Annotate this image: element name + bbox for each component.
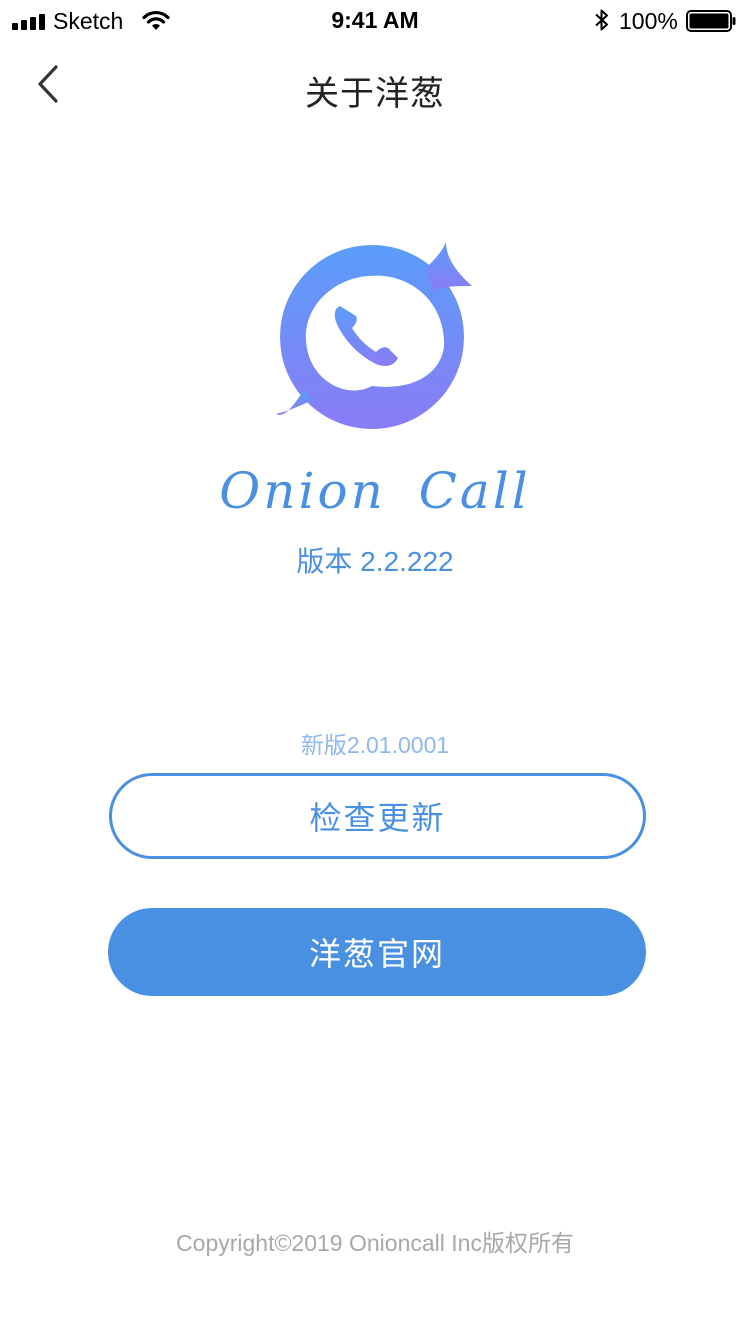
copyright-text: Copyright©2019 Onioncall Inc版权所有 [176,1230,574,1256]
version-label: 版本 2.2.222 [296,546,454,577]
check-update-button[interactable]: 检查更新 [109,773,646,859]
page-title: 关于洋葱 [305,75,445,113]
check-update-label: 检查更新 [309,800,446,836]
official-website-label: 洋葱官网 [308,936,445,972]
battery-icon [686,10,736,32]
app-name: Onion Call [219,462,531,520]
official-website-button[interactable]: 洋葱官网 [108,908,646,996]
bluetooth-icon [595,9,608,31]
status-bar: Sketch 9:41 AM 100% [0,0,750,40]
phone-bubble-logo-icon [276,242,472,429]
new-version-label: 新版2.01.0001 [300,732,450,758]
battery-percent: 100% [619,8,678,34]
